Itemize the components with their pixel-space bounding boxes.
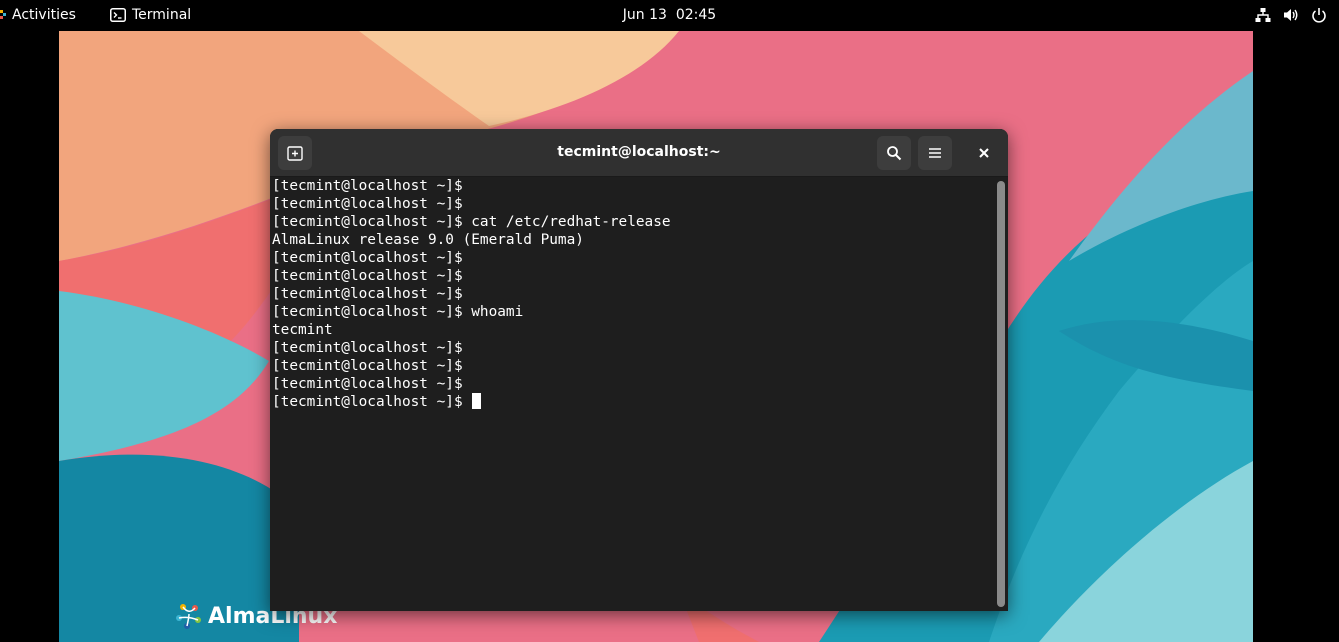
terminal-line: tecmint bbox=[272, 322, 333, 338]
volume-icon bbox=[1284, 9, 1298, 21]
terminal-line: [tecmint@localhost ~]$ bbox=[272, 250, 463, 266]
clock-button[interactable]: Jun 13 02:45 bbox=[623, 7, 716, 23]
app-menu-button[interactable]: Terminal bbox=[110, 0, 191, 30]
terminal-line: [tecmint@localhost ~]$ bbox=[272, 268, 463, 284]
almalinux-logo-icon bbox=[176, 604, 201, 629]
terminal-line: [tecmint@localhost ~]$ cat /etc/redhat-r… bbox=[272, 214, 671, 230]
search-button[interactable] bbox=[877, 136, 911, 170]
terminal-line: [tecmint@localhost ~]$ bbox=[272, 340, 463, 356]
network-icon bbox=[1255, 8, 1271, 22]
close-button[interactable] bbox=[972, 141, 996, 165]
terminal-window[interactable]: tecmint@localhost:~ [tecmint@localhost ~… bbox=[270, 129, 1008, 611]
clock-date: Jun 13 bbox=[622, 7, 667, 23]
hamburger-menu-icon bbox=[929, 148, 941, 158]
terminal-line: [tecmint@localhost ~]$ bbox=[272, 196, 463, 212]
activities-button[interactable]: Activities bbox=[0, 0, 76, 30]
text-cursor bbox=[471, 393, 481, 409]
terminal-prompt-line[interactable]: [tecmint@localhost ~]$ bbox=[272, 393, 992, 411]
terminal-scrollbar[interactable] bbox=[997, 181, 1005, 607]
header-bar[interactable]: tecmint@localhost:~ bbox=[270, 129, 1008, 177]
menu-button[interactable] bbox=[918, 136, 952, 170]
terminal-line: [tecmint@localhost ~]$ whoami bbox=[272, 304, 524, 320]
search-icon bbox=[887, 146, 902, 161]
terminal-prompt: [tecmint@localhost ~]$ bbox=[272, 394, 463, 410]
terminal-line: [tecmint@localhost ~]$ bbox=[272, 358, 463, 374]
close-icon bbox=[979, 148, 989, 158]
terminal-line: [tecmint@localhost ~]$ bbox=[272, 286, 463, 302]
app-menu-label: Terminal bbox=[132, 7, 192, 23]
new-tab-icon bbox=[287, 146, 303, 161]
top-bar: Activities Terminal Jun 13 02:45 bbox=[0, 0, 1339, 30]
terminal-line: [tecmint@localhost ~]$ bbox=[272, 178, 463, 194]
new-tab-button[interactable] bbox=[278, 136, 312, 170]
clock: Jun 13 02:45 bbox=[0, 0, 1339, 30]
terminal-output[interactable]: [tecmint@localhost ~]$ [tecmint@localhos… bbox=[270, 177, 992, 611]
power-icon bbox=[1312, 8, 1326, 23]
terminal-line: AlmaLinux release 9.0 (Emerald Puma) bbox=[272, 232, 584, 248]
clock-time: 02:45 bbox=[675, 7, 717, 23]
terminal-line: [tecmint@localhost ~]$ bbox=[272, 376, 463, 392]
system-status-area[interactable] bbox=[1255, 0, 1327, 30]
terminal-app-icon bbox=[110, 8, 126, 22]
